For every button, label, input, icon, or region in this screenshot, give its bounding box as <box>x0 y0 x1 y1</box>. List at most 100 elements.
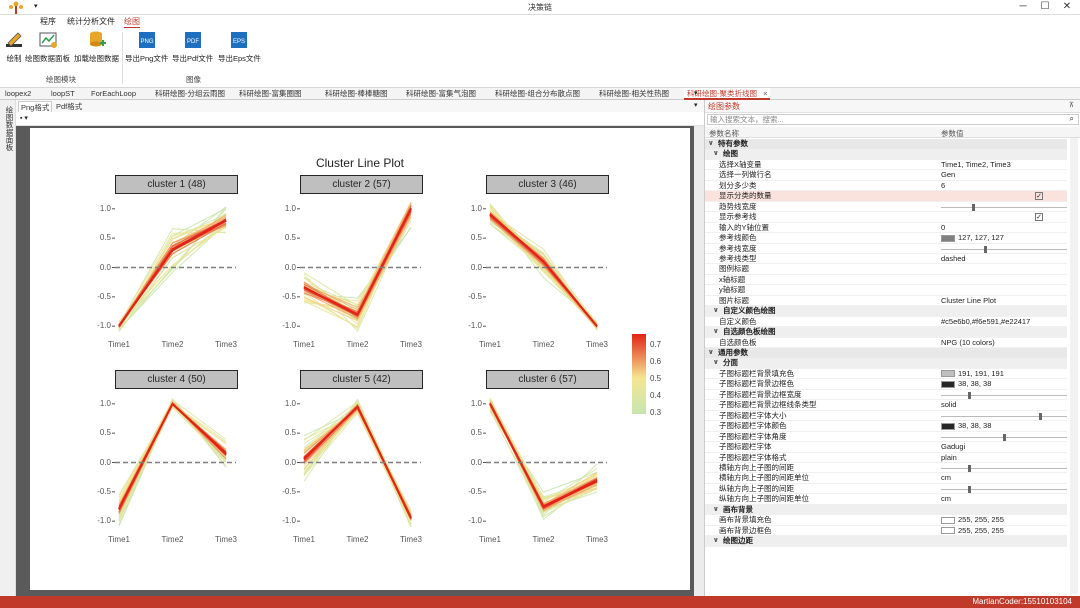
prop-row[interactable]: ∨ 绘图 <box>705 149 1067 160</box>
export-eps-button[interactable]: EPS 导出Eps文件 <box>218 30 261 64</box>
slider-thumb[interactable] <box>1039 412 1043 420</box>
prop-row[interactable]: 显示分类的数量 ✓ <box>705 191 1067 202</box>
prop-value[interactable]: Time1, Time2, Time3 <box>941 160 1011 171</box>
collapse-chevron-icon[interactable]: ∨ <box>713 536 719 547</box>
prop-slider[interactable] <box>941 391 1067 399</box>
tab-loopst[interactable]: loopST <box>48 88 78 100</box>
prop-color-value[interactable]: 127, 127, 127 <box>941 233 1004 244</box>
prop-checkbox[interactable]: ✓ <box>1035 192 1043 201</box>
prop-row[interactable]: 参考线宽度 <box>705 244 1067 254</box>
search-icon[interactable]: ⌕ <box>1070 114 1074 124</box>
prop-row[interactable]: 子图标题栏字体 Gadugi <box>705 442 1067 453</box>
collapse-chevron-icon[interactable]: ∨ <box>713 358 719 369</box>
tab-lollipop[interactable]: 科研绘图-棒棒糖图 <box>322 88 391 100</box>
prop-row[interactable]: 选择X轴变量 Time1, Time2, Time3 <box>705 160 1067 171</box>
panel-pin-icon[interactable]: ⊼ <box>1069 101 1074 109</box>
slider-thumb[interactable] <box>984 245 988 253</box>
slider-thumb[interactable] <box>971 203 975 211</box>
prop-row[interactable]: ∨ 特有参数 <box>705 139 1067 150</box>
tab-corr-heatmap[interactable]: 科研绘图-相关性热图 <box>596 88 672 100</box>
props-search-input[interactable]: 输入搜索文本，搜索... <box>707 114 1079 125</box>
viewer-menu-icon[interactable]: ▪ ▾ <box>20 114 28 122</box>
prop-row[interactable]: 子图标题栏背景边框色 38, 38, 38 <box>705 379 1067 390</box>
prop-color-value[interactable]: 191, 191, 191 <box>941 369 1004 380</box>
prop-value[interactable]: cm <box>941 473 951 484</box>
prop-checkbox[interactable]: ✓ <box>1035 213 1043 222</box>
props-scrollbar[interactable] <box>1070 138 1078 594</box>
prop-row[interactable]: 纵轴方向上子图的间距 <box>705 484 1067 495</box>
prop-row[interactable]: 划分多少类 6 <box>705 181 1067 192</box>
tab-raincloud[interactable]: 科研绘图-分组云雨图 <box>152 88 228 100</box>
load-data-button[interactable]: 加载绘图数据 <box>74 30 119 64</box>
prop-value[interactable]: Gen <box>941 170 955 181</box>
prop-row[interactable]: 子图标题栏字体角度 <box>705 432 1067 443</box>
prop-row[interactable]: 子图标题栏背景边框线条类型 solid <box>705 400 1067 411</box>
prop-value[interactable]: plain <box>941 453 957 464</box>
slider-thumb[interactable] <box>968 391 972 399</box>
prop-row[interactable]: 选择一列做行名 Gen <box>705 170 1067 181</box>
prop-value[interactable]: cm <box>941 494 951 505</box>
maximize-button[interactable]: ☐ <box>1034 0 1056 15</box>
tab-enrich-circle[interactable]: 科研绘图-富集圈图 <box>236 88 305 100</box>
prop-row[interactable]: 子图标题栏背景填充色 191, 191, 191 <box>705 369 1067 380</box>
tab-foreachloop[interactable]: ForEachLoop <box>88 88 139 100</box>
prop-row[interactable]: ∨ 画布背景 <box>705 504 1067 516</box>
prop-color-value[interactable]: 38, 38, 38 <box>941 379 991 390</box>
prop-slider[interactable] <box>941 412 1067 420</box>
prop-row[interactable]: 趋势线宽度 <box>705 202 1067 213</box>
prop-row[interactable]: 子图标题栏字体颜色 38, 38, 38 <box>705 421 1067 432</box>
menu-stat-files[interactable]: 统计分析文件 <box>67 16 115 27</box>
tab-scatter-dist[interactable]: 科研绘图-组合分布散点图 <box>492 88 583 100</box>
prop-row[interactable]: 图片标题 Cluster Line Plot <box>705 296 1067 307</box>
tab-loopex2[interactable]: loopex2 <box>2 88 34 100</box>
prop-slider[interactable] <box>941 433 1067 441</box>
data-panel-button[interactable]: 绘图数据面板 <box>25 30 70 64</box>
prop-row[interactable]: y轴标题 <box>705 285 1067 296</box>
prop-row[interactable]: x轴标题 <box>705 275 1067 286</box>
prop-row[interactable]: ∨ 通用参数 <box>705 348 1067 359</box>
prop-value[interactable]: NPG (10 colors) <box>941 338 995 349</box>
prop-slider[interactable] <box>941 464 1067 472</box>
prop-row[interactable]: 子图标题栏字体格式 plain <box>705 453 1067 464</box>
prop-row[interactable]: 画布背景边框色 255, 255, 255 <box>705 526 1067 537</box>
menu-plot[interactable]: 绘图 <box>124 16 140 28</box>
prop-value[interactable]: #c5e6b0,#f6e591,#e22417 <box>941 317 1030 328</box>
prop-row[interactable]: 参考线颜色 127, 127, 127 <box>705 233 1067 244</box>
prop-slider[interactable] <box>941 245 1067 253</box>
prop-row[interactable]: ∨ 自选颜色板绘图 <box>705 327 1067 338</box>
draw-button[interactable]: 绘制 <box>4 30 24 64</box>
tab-pdf-format[interactable]: Pdf格式 <box>54 101 84 112</box>
prop-row[interactable]: ∨ 绘图边距 <box>705 536 1067 547</box>
prop-value[interactable]: 0 <box>941 223 945 234</box>
prop-color-value[interactable]: 255, 255, 255 <box>941 515 1004 526</box>
prop-row[interactable]: 子图标题栏字体大小 <box>705 411 1067 422</box>
prop-row[interactable]: 横轴方向上子图的间距 <box>705 463 1067 474</box>
sidebar-data-panel[interactable]: 绘图数据面板 <box>0 100 16 596</box>
prop-row[interactable]: 自定义颜色 #c5e6b0,#f6e591,#e22417 <box>705 317 1067 328</box>
prop-slider[interactable] <box>941 203 1067 211</box>
tabs-dropdown-icon[interactable]: ▾ <box>694 89 698 97</box>
prop-row[interactable]: 纵轴方向上子图的间距单位 cm <box>705 494 1067 505</box>
export-pdf-button[interactable]: PDF 导出Pdf文件 <box>172 30 213 64</box>
prop-row[interactable]: 自选颜色板 NPG (10 colors) <box>705 338 1067 349</box>
collapse-chevron-icon[interactable]: ∨ <box>708 139 714 150</box>
collapse-chevron-icon[interactable]: ∨ <box>708 348 714 359</box>
prop-value[interactable]: Gadugi <box>941 442 965 453</box>
prop-row[interactable]: 横轴方向上子图的间距单位 cm <box>705 473 1067 484</box>
prop-row[interactable]: ∨ 分面 <box>705 358 1067 369</box>
prop-color-value[interactable]: 38, 38, 38 <box>941 421 991 432</box>
prop-row[interactable]: 输入的Y轴位置 0 <box>705 223 1067 234</box>
prop-row[interactable]: ∨ 自定义颜色绘图 <box>705 306 1067 317</box>
slider-thumb[interactable] <box>968 485 972 493</box>
prop-row[interactable]: 参考线类型 dashed <box>705 254 1067 265</box>
prop-row[interactable]: 画布背景填充色 255, 255, 255 <box>705 515 1067 526</box>
collapse-chevron-icon[interactable]: ∨ <box>713 327 719 338</box>
collapse-chevron-icon[interactable]: ∨ <box>713 505 719 516</box>
prop-value[interactable]: 6 <box>941 181 945 192</box>
tab-close-icon[interactable]: × <box>763 89 767 98</box>
viewer-scrollbar[interactable] <box>694 126 704 596</box>
menu-program[interactable]: 程序 <box>40 16 56 27</box>
collapse-chevron-icon[interactable]: ∨ <box>713 149 719 160</box>
export-png-button[interactable]: PNG 导出Png文件 <box>125 30 168 64</box>
prop-slider[interactable] <box>941 485 1067 493</box>
